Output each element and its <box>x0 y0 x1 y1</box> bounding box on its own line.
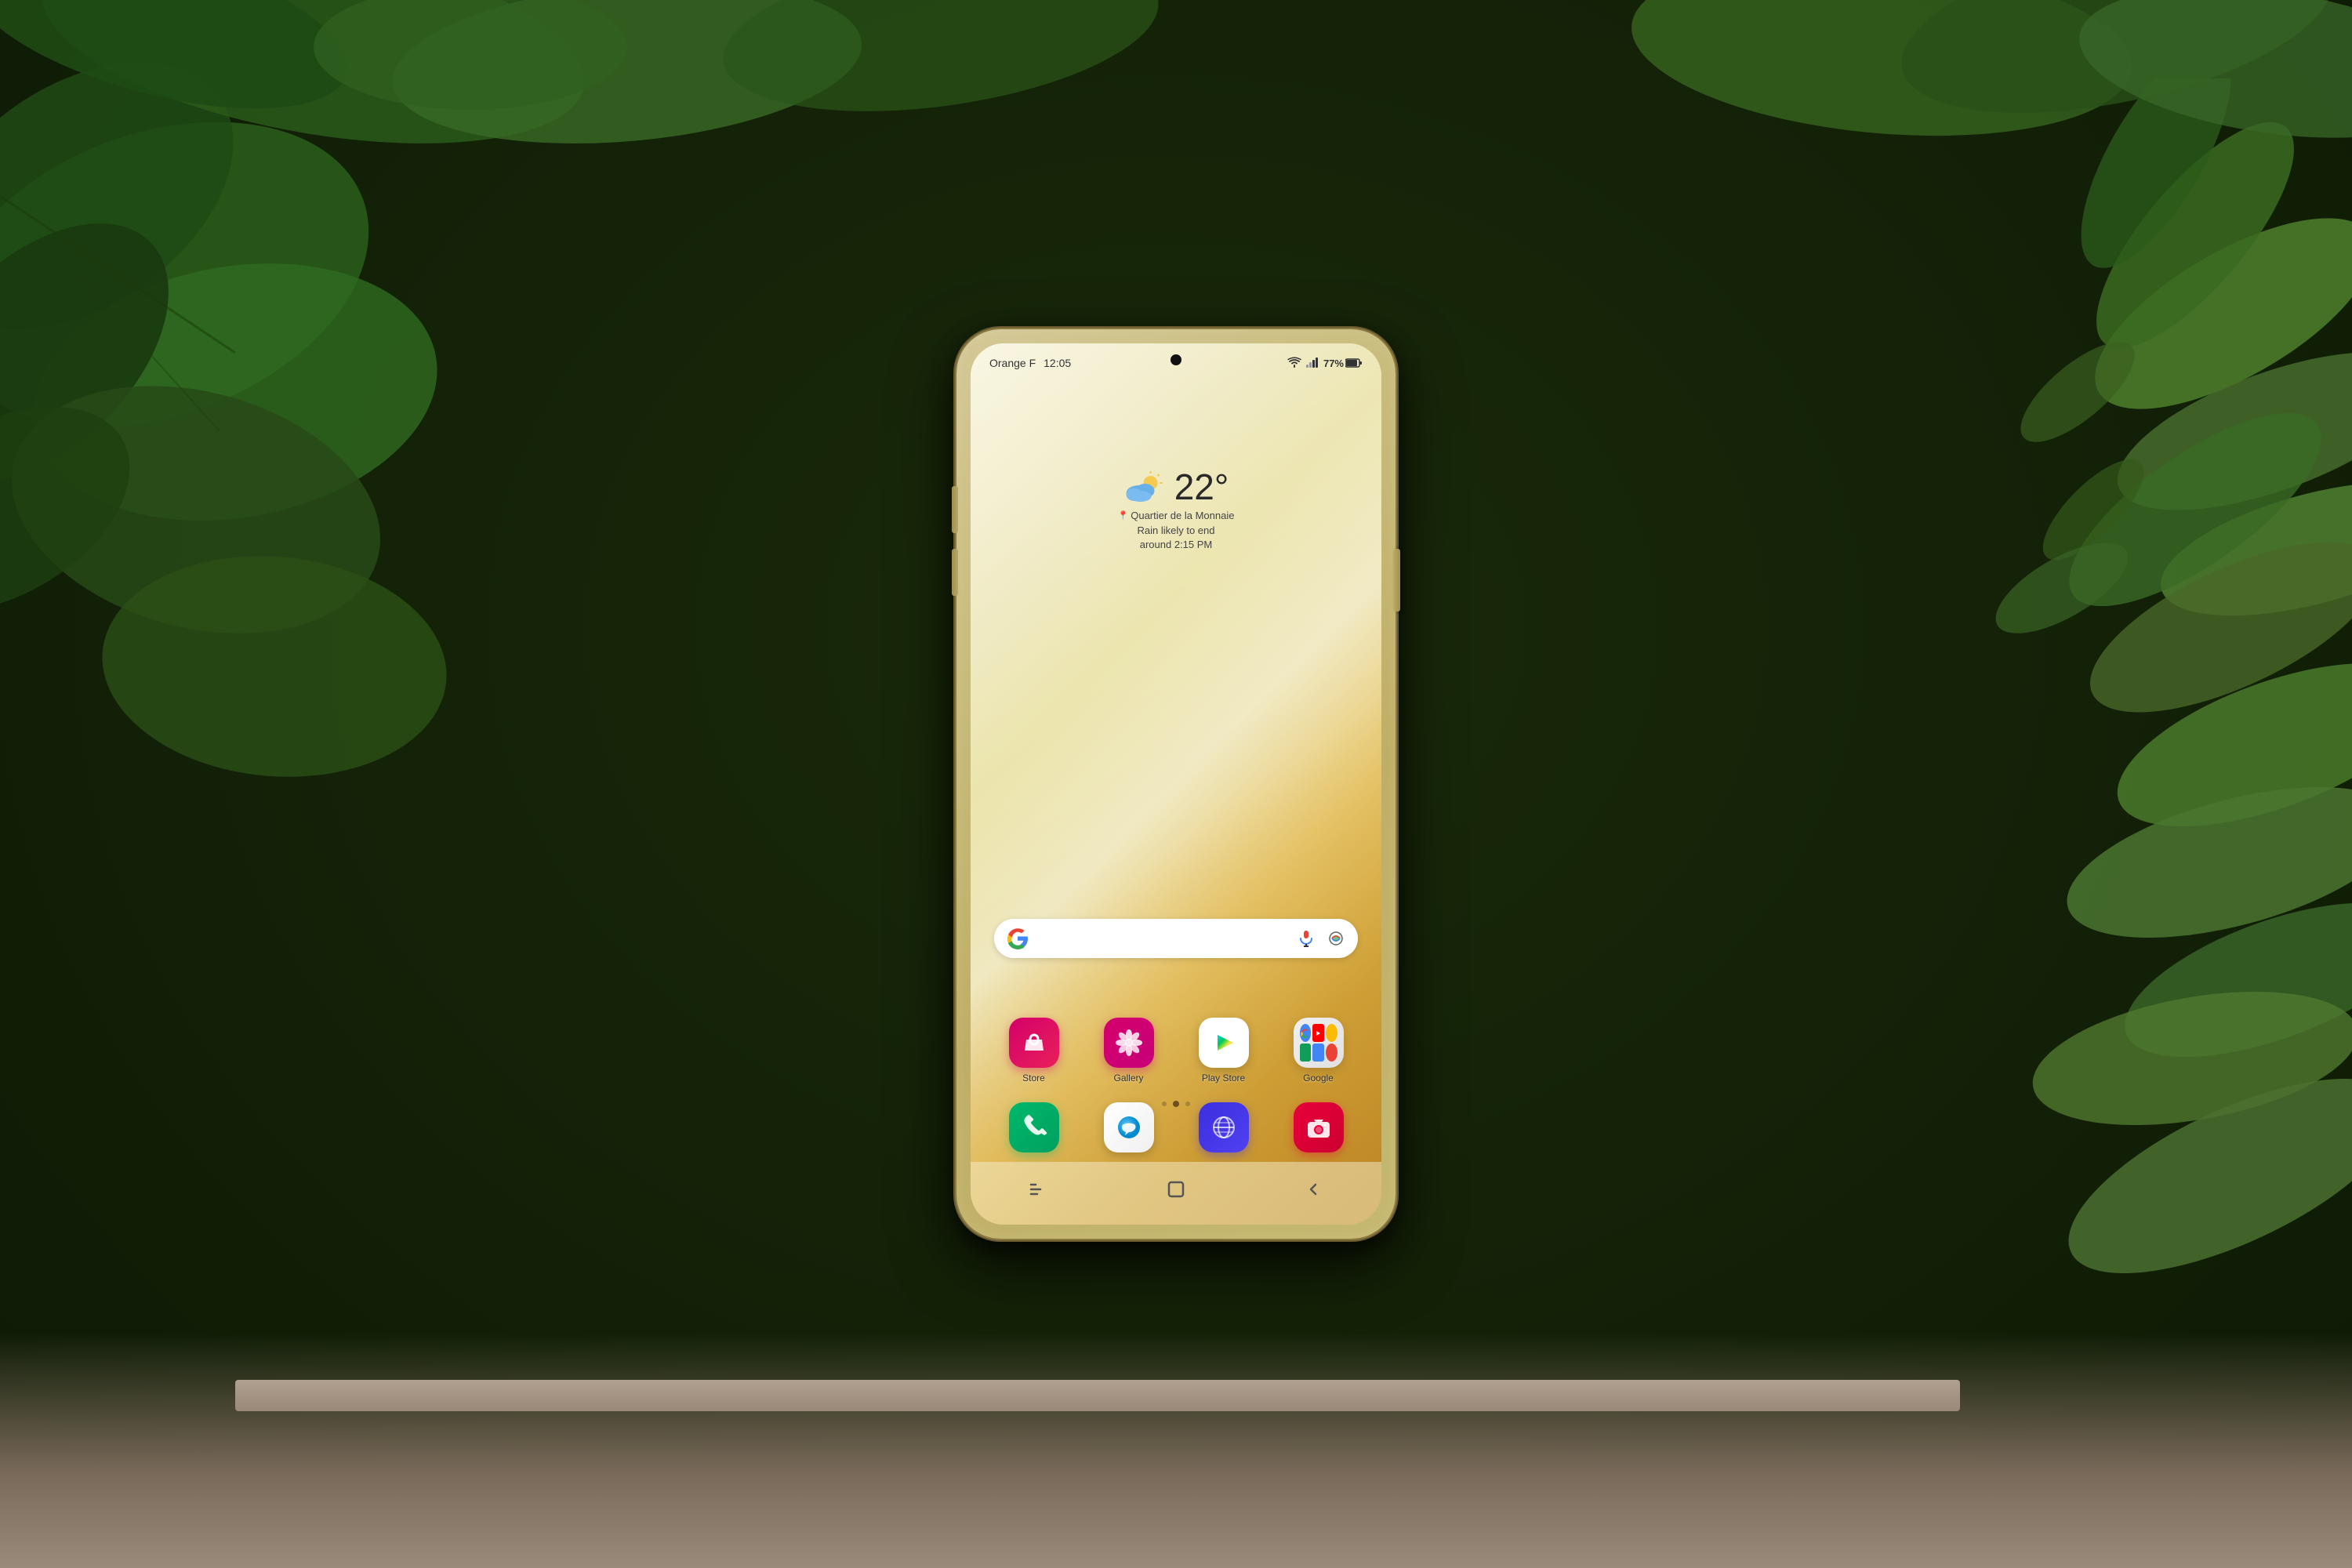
status-time: 12:05 <box>1044 357 1071 369</box>
app-google-folder[interactable]: Google <box>1287 1018 1350 1083</box>
phone-icon <box>1009 1102 1059 1152</box>
status-indicators: 77% <box>1287 357 1363 370</box>
internet-icon <box>1199 1102 1249 1152</box>
app-row-1: Store <box>986 1018 1366 1083</box>
weather-description: Rain likely to end around 2:15 PM <box>1118 524 1235 552</box>
app-phone[interactable] <box>1003 1102 1065 1152</box>
status-carrier-time: Orange F 12:05 <box>989 357 1071 369</box>
lens-search-icon[interactable] <box>1327 929 1345 948</box>
gallery-label: Gallery <box>1113 1073 1143 1083</box>
recent-apps-button[interactable] <box>1025 1175 1053 1203</box>
google-logo <box>1007 927 1029 949</box>
app-gallery[interactable]: Gallery <box>1098 1018 1160 1083</box>
shelf-edge <box>235 1380 1960 1411</box>
gallery-icon <box>1104 1018 1154 1068</box>
store-icon <box>1009 1018 1059 1068</box>
play-store-label: Play Store <box>1202 1073 1245 1083</box>
folder-dot-2 <box>1312 1024 1324 1042</box>
top-foliage <box>0 0 2352 235</box>
weather-widget[interactable]: 22° 📍 Quartier de la Monnaie Rain likely… <box>1118 469 1235 552</box>
messages-icon <box>1104 1102 1154 1152</box>
carrier-name: Orange F <box>989 357 1036 369</box>
location-pin-icon: 📍 <box>1118 510 1129 521</box>
folder-dot-6 <box>1326 1044 1338 1062</box>
right-foliage <box>1529 78 2352 1333</box>
signal-icon <box>1306 357 1319 370</box>
google-folder-label: Google <box>1303 1073 1334 1083</box>
ground-surface <box>0 1333 2352 1568</box>
weather-desc-line1: Rain likely to end <box>1137 524 1214 536</box>
phone-screen: Orange F 12:05 <box>971 343 1381 1225</box>
dock-row <box>986 1102 1366 1152</box>
app-play-store[interactable]: Play Store <box>1192 1018 1255 1083</box>
phone-body: Orange F 12:05 <box>956 329 1396 1239</box>
app-grid: Store <box>986 1018 1366 1091</box>
voice-search-icon[interactable] <box>1297 929 1316 948</box>
folder-dot-1 <box>1300 1024 1312 1042</box>
folder-dot-4 <box>1300 1044 1312 1062</box>
store-label: Store <box>1022 1073 1045 1083</box>
camera-icon <box>1294 1102 1344 1152</box>
weather-condition-icon <box>1123 471 1167 503</box>
navigation-bar <box>971 1162 1381 1225</box>
app-internet[interactable] <box>1192 1102 1255 1152</box>
power-button[interactable] <box>1394 549 1400 612</box>
battery-percent: 77% <box>1323 358 1344 369</box>
app-store[interactable]: Store <box>1003 1018 1065 1083</box>
folder-dot-3 <box>1326 1024 1338 1042</box>
search-action-icons <box>1297 929 1345 948</box>
location-text: Quartier de la Monnaie <box>1131 510 1234 521</box>
volume-up-button[interactable] <box>952 486 958 533</box>
app-dock <box>986 1102 1366 1160</box>
app-messages[interactable] <box>1098 1102 1160 1152</box>
phone-device: Orange F 12:05 <box>956 329 1396 1239</box>
home-button[interactable] <box>1162 1175 1190 1203</box>
weather-desc-line2: around 2:15 PM <box>1140 539 1213 550</box>
front-camera <box>1171 354 1181 365</box>
weather-location: 📍 Quartier de la Monnaie <box>1118 510 1235 521</box>
back-button[interactable] <box>1299 1175 1327 1203</box>
google-folder-icon <box>1294 1018 1344 1068</box>
google-search-bar[interactable] <box>994 919 1358 958</box>
play-store-icon <box>1199 1018 1249 1068</box>
app-camera[interactable] <box>1287 1102 1350 1152</box>
wifi-icon <box>1287 357 1301 370</box>
battery-indicator: 77% <box>1323 358 1363 369</box>
folder-apps-grid <box>1294 1018 1344 1068</box>
folder-dot-5 <box>1312 1044 1324 1062</box>
temperature-display: 22° <box>1174 469 1229 505</box>
weather-main: 22° <box>1118 469 1235 505</box>
volume-down-button[interactable] <box>952 549 958 596</box>
